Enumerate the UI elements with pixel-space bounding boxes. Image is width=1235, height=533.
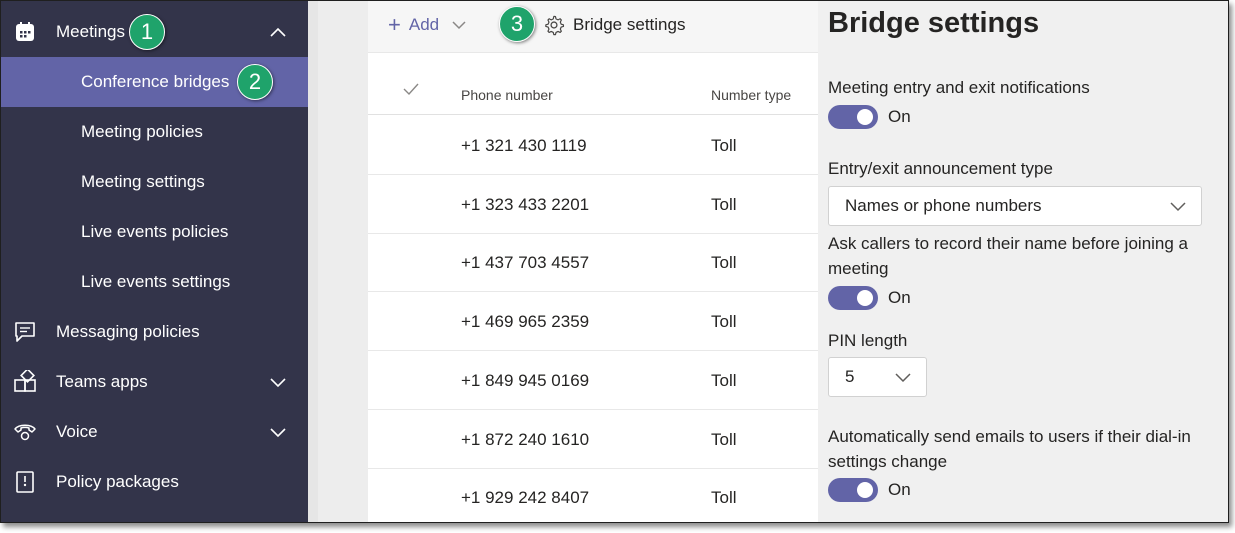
chevron-down-icon[interactable] xyxy=(269,374,287,390)
toggle-switch[interactable] xyxy=(828,105,878,129)
sidebar-item-meeting-policies[interactable]: Meeting policies xyxy=(1,107,308,157)
table-row[interactable]: +1 437 703 4557 Toll xyxy=(368,233,818,292)
toggle-switch[interactable] xyxy=(828,478,878,502)
select-all-check-icon[interactable] xyxy=(402,82,420,96)
window: Meetings Conference bridges Meeting poli… xyxy=(0,0,1229,523)
number-type-cell: Toll xyxy=(711,430,737,449)
phone-icon xyxy=(14,424,36,441)
announcement-type-dropdown[interactable]: Names or phone numbers xyxy=(828,186,1202,226)
phone-number-cell: +1 469 965 2359 xyxy=(461,312,590,331)
table-header: Phone number Number type xyxy=(368,65,818,115)
column-header-number-type[interactable]: Number type xyxy=(711,87,791,103)
callout-badge-3: 3 xyxy=(499,6,535,42)
phone-number-cell: +1 929 242 8407 xyxy=(461,488,590,507)
toggle-state-label: On xyxy=(888,107,911,126)
callout-badge-2: 2 xyxy=(237,64,273,100)
chevron-down-icon xyxy=(1170,202,1186,212)
sidebar-item-label: Messaging policies xyxy=(56,322,200,341)
pin-length-label: PIN length xyxy=(828,331,908,350)
pin-length-value: 5 xyxy=(845,367,855,386)
sidebar-item-label: Live events policies xyxy=(81,222,229,241)
announcement-type-value: Names or phone numbers xyxy=(845,196,1042,215)
sidebar-item-label: Voice xyxy=(56,422,98,441)
panel-title: Bridge settings xyxy=(828,7,1040,39)
sidebar-item-meeting-settings[interactable]: Meeting settings xyxy=(1,157,308,207)
divider xyxy=(308,1,318,522)
toggle-state-label: On xyxy=(888,480,911,499)
record-name-toggle[interactable]: On xyxy=(828,286,911,310)
number-type-cell: Toll xyxy=(711,136,737,155)
toggle-switch[interactable] xyxy=(828,286,878,310)
number-type-cell: Toll xyxy=(711,371,737,390)
table-row[interactable]: +1 321 430 1119 Toll xyxy=(368,116,818,175)
sidebar-item-teams-apps[interactable]: Teams apps xyxy=(1,357,308,407)
plus-icon: + xyxy=(388,12,401,37)
pin-length-dropdown[interactable]: 5 xyxy=(828,357,927,397)
notifications-label: Meeting entry and exit notifications xyxy=(828,78,1090,97)
toggle-knob xyxy=(857,109,873,125)
bridge-settings-panel: Bridge settings Meeting entry and exit n… xyxy=(818,1,1228,522)
callout-badge-1: 1 xyxy=(129,14,165,50)
chevron-up-icon[interactable] xyxy=(269,24,287,40)
main-content: + Add Bridge settings Phone number Numbe… xyxy=(368,1,818,522)
sidebar-item-label: Policy packages xyxy=(56,472,179,491)
sidebar-item-label: Teams apps xyxy=(56,372,148,391)
phone-number-cell: +1 872 240 1610 xyxy=(461,430,590,449)
sidebar-item-label: Meetings xyxy=(56,22,125,41)
gear-icon xyxy=(545,15,565,36)
table-row[interactable]: +1 849 945 0169 Toll xyxy=(368,351,818,410)
content-gutter xyxy=(308,1,368,522)
toggle-state-label: On xyxy=(888,288,911,307)
sidebar-item-label: Live events settings xyxy=(81,272,231,291)
sidebar-item-live-events-settings[interactable]: Live events settings xyxy=(1,257,308,307)
number-type-cell: Toll xyxy=(711,195,737,214)
sidebar-item-label: Meeting settings xyxy=(81,172,205,191)
notifications-toggle[interactable]: On xyxy=(828,105,911,129)
sidebar-item-messaging-policies[interactable]: Messaging policies xyxy=(1,307,308,357)
sidebar-item-policy-packages[interactable]: Policy packages xyxy=(1,457,308,507)
apps-icon xyxy=(14,370,36,392)
chevron-down-icon[interactable] xyxy=(269,424,287,440)
toggle-knob xyxy=(857,290,873,306)
table-row[interactable]: +1 323 433 2201 Toll xyxy=(368,175,818,234)
phone-number-cell: +1 323 433 2201 xyxy=(461,195,590,214)
email-notify-label: Automatically send emails to users if th… xyxy=(828,427,1191,471)
toggle-knob xyxy=(857,482,873,498)
sidebar-item-live-events-policies[interactable]: Live events policies xyxy=(1,207,308,257)
toolbar: + Add Bridge settings xyxy=(368,1,818,53)
number-type-cell: Toll xyxy=(711,488,737,507)
sidebar-item-label: Conference bridges xyxy=(81,72,230,91)
table-row[interactable]: +1 872 240 1610 Toll xyxy=(368,410,818,469)
chevron-down-icon xyxy=(895,373,911,383)
calendar-icon xyxy=(16,22,34,41)
phone-number-cell: +1 321 430 1119 xyxy=(461,136,587,155)
number-type-cell: Toll xyxy=(711,312,737,331)
add-button[interactable]: + Add xyxy=(388,14,467,36)
column-header-phone-number[interactable]: Phone number xyxy=(461,87,553,103)
phone-number-cell: +1 437 703 4557 xyxy=(461,253,590,272)
email-notify-toggle[interactable]: On xyxy=(828,478,911,502)
table-row[interactable]: +1 929 242 8407 Toll xyxy=(368,468,818,522)
record-name-label: Ask callers to record their name before … xyxy=(828,234,1189,278)
bridge-settings-label: Bridge settings xyxy=(573,15,686,34)
announcement-type-label: Entry/exit announcement type xyxy=(828,159,1053,178)
message-icon xyxy=(15,322,35,342)
chevron-down-icon[interactable] xyxy=(451,18,467,32)
package-icon xyxy=(16,471,34,493)
table-row[interactable]: +1 469 965 2359 Toll xyxy=(368,292,818,351)
number-type-cell: Toll xyxy=(711,253,737,272)
phone-number-cell: +1 849 945 0169 xyxy=(461,371,590,390)
sidebar-item-label: Meeting policies xyxy=(81,122,203,141)
sidebar-item-voice[interactable]: Voice xyxy=(1,407,308,457)
bridge-settings-button[interactable]: Bridge settings xyxy=(543,14,685,36)
add-label: Add xyxy=(408,15,440,34)
